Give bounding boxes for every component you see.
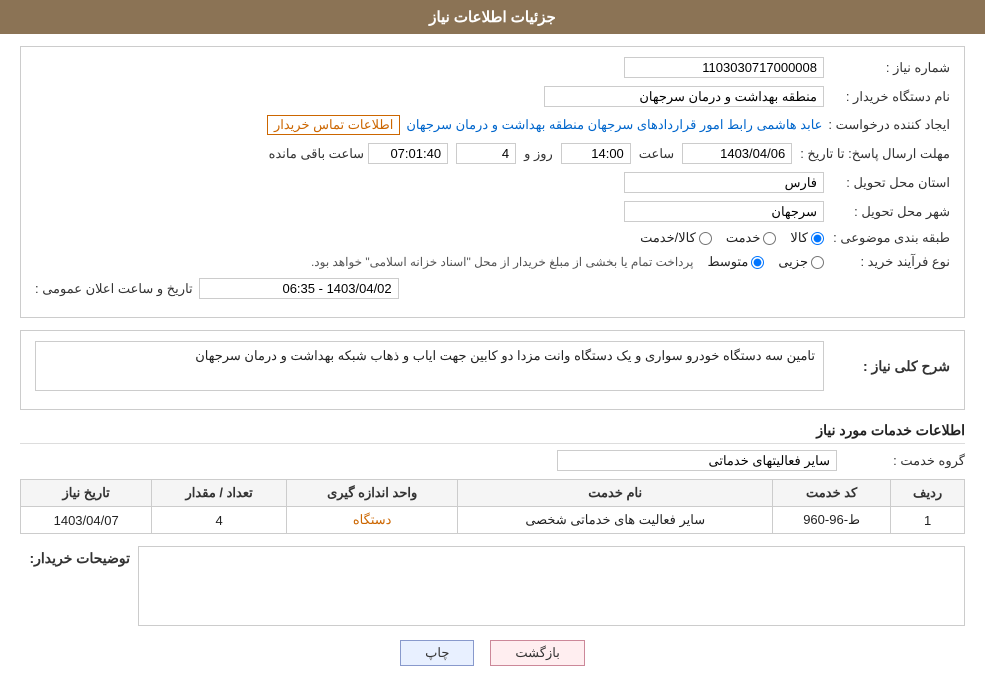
grooh-label: گروه خدمت : [845, 453, 965, 469]
cell-kod: ط-96-960 [773, 507, 891, 534]
tabaqe-khedmat-item: خدمت [726, 230, 777, 246]
details-section: شماره نیاز : نام دستگاه خریدار : ایجاد ک… [20, 46, 965, 318]
row-tabaqe: طبقه بندی موضوعی : کالا خدمت کالا/خدمت [35, 230, 950, 246]
farayand-motevaset-label: متوسط [707, 254, 748, 270]
tabaqe-kala-khedmat-label: کالا/خدمت [640, 230, 696, 246]
cell-tedad: 4 [152, 507, 287, 534]
mohlat-roz-label: روز و [524, 146, 553, 162]
sharh-section: شرح کلی نیاز : تامین سه دستگاه خودرو سوا… [20, 330, 965, 410]
taarikh-elam-label: تاریخ و ساعت اعلان عمومی : [35, 281, 193, 297]
ostan-label: استان محل تحویل : [830, 175, 950, 191]
nam-dastgah-input [544, 86, 824, 107]
tawzih-section: توضیحات خریدار: [20, 546, 965, 626]
tamaas-khardar-link[interactable]: اطلاعات تماس خریدار [267, 115, 400, 135]
row-ostan: استان محل تحویل : [35, 172, 950, 193]
remaining-time-input [368, 143, 448, 164]
cell-nam: سایر فعالیت های خدماتی شخصی [458, 507, 773, 534]
mohlat-date-input [682, 143, 792, 164]
tabaqe-khedmat-label: خدمت [726, 230, 761, 246]
cell-radif: 1 [891, 507, 965, 534]
page-wrapper: جزئیات اطلاعات نیاز شماره نیاز : نام دست… [0, 0, 985, 691]
farayand-motevaset-item: متوسط [707, 254, 764, 270]
now-farayand-desc: پرداخت تمام یا بخشی از مبلغ خریدار از مح… [311, 255, 694, 269]
buttons-row: بازگشت چاپ [20, 640, 965, 666]
remaining-time-container: ساعت باقی مانده [269, 143, 448, 164]
shahr-label: شهر محل تحویل : [830, 204, 950, 220]
shahr-input [624, 201, 824, 222]
cell-taarikh: 1403/04/07 [21, 507, 152, 534]
cell-vahed: دستگاه [286, 507, 457, 534]
col-tedad: تعداد / مقدار [152, 480, 287, 507]
row-taarikh-elam: تاریخ و ساعت اعلان عمومی : [35, 278, 950, 299]
now-farayand-radio-group: جزیی متوسط [707, 254, 824, 270]
remaining-label: ساعت باقی مانده [269, 146, 364, 162]
row-mohlat: مهلت ارسال پاسخ: تا تاریخ : ساعت روز و س… [35, 143, 950, 164]
row-sharh: شرح کلی نیاز : تامین سه دستگاه خودرو سوا… [35, 341, 950, 391]
mohlat-time-label: ساعت [639, 146, 674, 162]
row-nam-dastgah: نام دستگاه خریدار : [35, 86, 950, 107]
nam-dastgah-label: نام دستگاه خریدار : [830, 89, 950, 105]
tabaqe-kala-khedmat-radio[interactable] [699, 232, 712, 245]
now-farayand-label: نوع فرآیند خرید : [830, 254, 950, 270]
mohlat-label: مهلت ارسال پاسخ: تا تاریخ : [800, 146, 950, 162]
tabaqe-kala-label: کالا [790, 230, 808, 246]
col-kod: کد خدمت [773, 480, 891, 507]
tawzih-textarea[interactable] [138, 546, 965, 626]
tabaqe-radio-group: کالا خدمت کالا/خدمت [640, 230, 824, 246]
sharh-label: شرح کلی نیاز : [830, 358, 950, 375]
shomare-niaz-input [624, 57, 824, 78]
page-header: جزئیات اطلاعات نیاز [0, 0, 985, 34]
tabaqe-khedmat-radio[interactable] [763, 232, 776, 245]
header-title: جزئیات اطلاعات نیاز [429, 9, 556, 26]
col-nam: نام خدمت [458, 480, 773, 507]
row-shomare-niaz: شماره نیاز : [35, 57, 950, 78]
col-radif: ردیف [891, 480, 965, 507]
tabaqe-kala-item: کالا [790, 230, 824, 246]
main-content: شماره نیاز : نام دستگاه خریدار : ایجاد ک… [0, 34, 985, 688]
col-vahed: واحد اندازه گیری [286, 480, 457, 507]
ostan-input [624, 172, 824, 193]
table-row: 1 ط-96-960 سایر فعالیت های خدماتی شخصی د… [21, 507, 965, 534]
data-table: ردیف کد خدمت نام خدمت واحد اندازه گیری ت… [20, 479, 965, 534]
tabaqe-kala-khedmat-item: کالا/خدمت [640, 230, 712, 246]
farayand-jozi-item: جزیی [778, 254, 824, 270]
ijad-konande-label: ایجاد کننده درخواست : [828, 117, 950, 133]
print-button[interactable]: چاپ [400, 640, 474, 666]
table-section: ردیف کد خدمت نام خدمت واحد اندازه گیری ت… [20, 479, 965, 534]
mohlat-roz-input [456, 143, 516, 164]
grooh-input [557, 450, 837, 471]
row-ijad-konande: ایجاد کننده درخواست : عابد هاشمی رابط ام… [35, 115, 950, 135]
tabaqe-label: طبقه بندی موضوعی : [830, 230, 950, 246]
shomare-niaz-label: شماره نیاز : [830, 60, 950, 76]
khadamat-title: اطلاعات خدمات مورد نیاز [20, 422, 965, 444]
grooh-row: گروه خدمت : [20, 450, 965, 471]
back-button[interactable]: بازگشت [490, 640, 584, 666]
col-taarikh: تاریخ نیاز [21, 480, 152, 507]
farayand-jozi-radio[interactable] [811, 256, 824, 269]
row-now-farayand: نوع فرآیند خرید : جزیی متوسط پرداخت تمام… [35, 254, 950, 270]
farayand-motevaset-radio[interactable] [751, 256, 764, 269]
row-shahr: شهر محل تحویل : [35, 201, 950, 222]
sharh-value: تامین سه دستگاه خودرو سواری و یک دستگاه … [35, 341, 824, 391]
farayand-jozi-label: جزیی [778, 254, 808, 270]
tabaqe-kala-radio[interactable] [811, 232, 824, 245]
mohlat-time-input [561, 143, 631, 164]
taarikh-elam-input [199, 278, 399, 299]
ijad-konande-value: عابد هاشمی رابط امور قراردادهای سرجهان م… [406, 117, 822, 133]
tawzih-label: توضیحات خریدار: [20, 546, 130, 567]
